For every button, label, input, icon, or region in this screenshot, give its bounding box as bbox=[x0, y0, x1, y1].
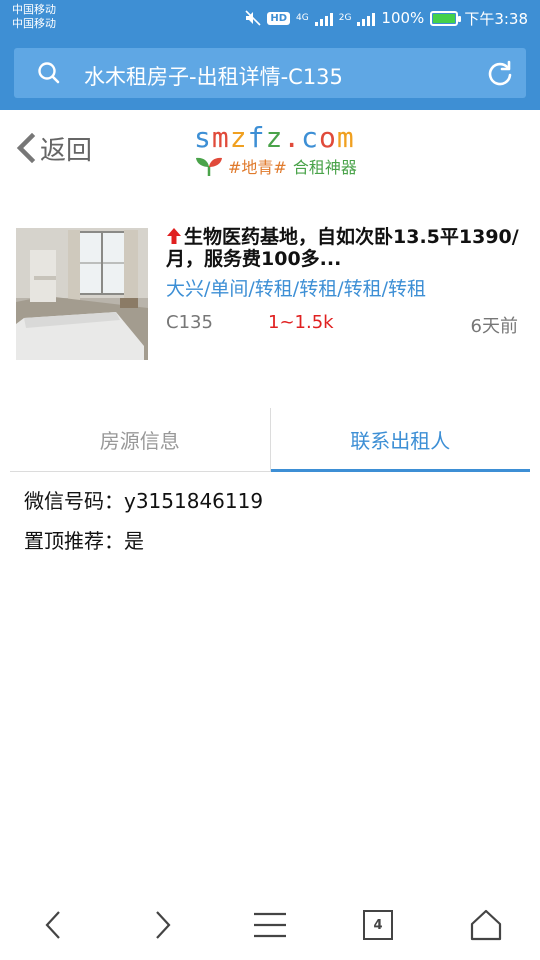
logo-slogan: 合租神器 bbox=[292, 158, 357, 177]
logo-letter: s bbox=[194, 121, 212, 154]
logo-tag: #地青# bbox=[228, 158, 287, 177]
logo-wordmark: smzfz.com bbox=[194, 122, 394, 154]
app: 中国移动 中国移动 HD 4G 2G 100% 下午3:38 水木租房子-出租详… bbox=[0, 0, 540, 960]
listing-title[interactable]: 生物医药基地，自如次卧13.5平1390/月，服务费100多... bbox=[166, 226, 526, 270]
listing-id: C135 bbox=[166, 312, 213, 333]
carrier-labels: 中国移动 中国移动 bbox=[12, 3, 56, 31]
logo-letter: f bbox=[247, 121, 266, 154]
tab-count: 4 bbox=[363, 910, 393, 940]
page-header: 返回 smzfz.com #地青# 合租神器 bbox=[0, 110, 540, 200]
menu-button[interactable] bbox=[240, 895, 300, 955]
signal-2-icon bbox=[357, 10, 376, 26]
back-label: 返回 bbox=[40, 135, 93, 166]
browser-bottom-nav: 4 bbox=[0, 890, 540, 960]
detail-tabs: 房源信息 联系出租人 bbox=[10, 408, 530, 472]
listing-time: 6天前 bbox=[470, 316, 518, 337]
carrier-1: 中国移动 bbox=[12, 3, 56, 16]
logo-letter: z bbox=[229, 121, 248, 154]
logo-letter: c bbox=[301, 121, 320, 154]
battery-percent: 100% bbox=[381, 9, 425, 27]
logo-letter: . bbox=[283, 121, 302, 154]
arrow-up-icon bbox=[167, 228, 181, 244]
status-icons: HD 4G 2G 100% 下午3:38 bbox=[245, 6, 528, 30]
chevron-left-icon bbox=[16, 133, 36, 163]
forward-nav-button[interactable] bbox=[132, 895, 192, 955]
logo-tagline: #地青# 合租神器 bbox=[194, 154, 394, 178]
tab-property-info[interactable]: 房源信息 bbox=[10, 408, 270, 471]
listing-price: 1~1.5k bbox=[268, 312, 334, 333]
carrier-2: 中国移动 bbox=[12, 17, 56, 30]
battery-icon bbox=[430, 10, 462, 26]
search-icon bbox=[38, 62, 60, 84]
wechat-id: 微信号码：y3151846119 bbox=[24, 489, 264, 513]
logo-letter: m bbox=[336, 121, 355, 154]
room-photo-image bbox=[16, 228, 148, 360]
url-field[interactable]: 水木租房子-出租详情-C135 bbox=[14, 48, 526, 98]
site-logo[interactable]: smzfz.com #地青# 合租神器 bbox=[194, 122, 394, 184]
tabs-button[interactable]: 4 bbox=[348, 895, 408, 955]
chevron-right-icon bbox=[156, 911, 171, 939]
back-button[interactable]: 返回 bbox=[14, 128, 92, 168]
mute-icon bbox=[245, 10, 261, 26]
contact-panel: 微信号码：y3151846119 置顶推荐：是 bbox=[24, 486, 524, 566]
clock: 下午3:38 bbox=[464, 9, 528, 28]
signal-1-icon bbox=[314, 10, 333, 26]
chevron-left-icon bbox=[45, 911, 60, 939]
logo-letter: m bbox=[211, 121, 230, 154]
menu-icon bbox=[254, 912, 286, 938]
tab-contact-landlord[interactable]: 联系出租人 bbox=[269, 408, 531, 472]
status-bar: 中国移动 中国移动 HD 4G 2G 100% 下午3:38 bbox=[0, 0, 540, 36]
home-icon bbox=[470, 909, 502, 941]
listing-card[interactable]: 生物医药基地，自如次卧13.5平1390/月，服务费100多... 大兴/单间/… bbox=[0, 226, 540, 366]
back-nav-button[interactable] bbox=[24, 895, 84, 955]
browser-toolbar: 水木租房子-出租详情-C135 bbox=[0, 36, 540, 110]
sprout-icon bbox=[196, 157, 222, 176]
listing-photo[interactable] bbox=[16, 228, 148, 360]
url-text: 水木租房子-出租详情-C135 bbox=[84, 65, 343, 89]
pinned-recommendation: 置顶推荐：是 bbox=[24, 529, 144, 553]
logo-letter: z bbox=[265, 121, 284, 154]
network-1-label: 4G bbox=[296, 13, 309, 23]
network-2-label: 2G bbox=[338, 13, 352, 23]
reload-icon[interactable] bbox=[486, 59, 514, 87]
logo-letter: o bbox=[319, 121, 337, 154]
listing-title-text: 生物医药基地，自如次卧13.5平1390/月，服务费100多... bbox=[166, 226, 519, 270]
home-button[interactable] bbox=[456, 895, 516, 955]
hd-badge: HD bbox=[267, 11, 291, 25]
listing-tags[interactable]: 大兴/单间/转租/转租/转租/转租 bbox=[166, 274, 426, 301]
